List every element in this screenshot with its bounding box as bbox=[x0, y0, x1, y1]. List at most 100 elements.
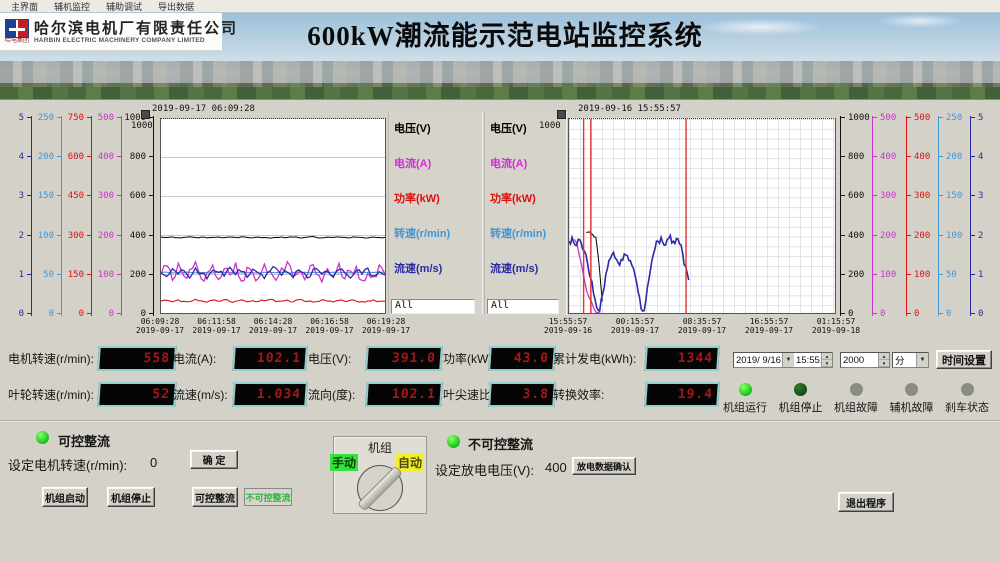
axis-tick-label: 250 bbox=[38, 113, 54, 123]
x-tick-label: 16:55:572019-09-17 bbox=[745, 317, 793, 335]
menu-item-3[interactable]: 辅助调试 bbox=[99, 0, 149, 13]
axis-tick bbox=[906, 156, 911, 157]
axis-tick-label: 0 bbox=[848, 309, 853, 319]
date-dropdown-icon[interactable]: ▼ bbox=[782, 353, 794, 367]
interval-input[interactable]: 2000 ▲▼ bbox=[840, 352, 890, 368]
axis-tick bbox=[906, 274, 911, 275]
axis-tick bbox=[872, 313, 877, 314]
legend-item: 流速(m/s) bbox=[394, 260, 442, 276]
menu-item-1[interactable]: 主界面 bbox=[4, 0, 45, 13]
interval-spinner[interactable]: ▲▼ bbox=[878, 353, 889, 367]
readout-label: 流速(m/s): bbox=[173, 386, 228, 403]
unit-stop-button[interactable]: 机组停止 bbox=[107, 487, 155, 507]
y-axis-电压(V): 02004006008001000 bbox=[840, 118, 868, 314]
axis-tick-label: 100 bbox=[946, 231, 962, 241]
axis-tick bbox=[27, 195, 32, 196]
axis-tick-label: 400 bbox=[98, 152, 114, 162]
axis-tick bbox=[87, 117, 92, 118]
readout-display: 52 bbox=[97, 382, 177, 407]
axis-tick-label: 200 bbox=[98, 231, 114, 241]
interval-value[interactable]: 2000 bbox=[841, 353, 878, 367]
set-speed-value[interactable]: 0 bbox=[150, 455, 157, 470]
axis-tick-label: 200 bbox=[130, 270, 146, 280]
manual-mode-tag[interactable]: 手动 bbox=[330, 454, 358, 471]
axis-tick-label: 3 bbox=[19, 191, 24, 201]
axis-tick bbox=[840, 313, 845, 314]
axis-tick-label: 50 bbox=[946, 270, 957, 280]
axis-tick-label: 1 bbox=[978, 270, 983, 280]
axis-tick-label: 750 bbox=[68, 113, 84, 123]
set-voltage-label: 设定放电电压(V): bbox=[435, 460, 534, 479]
datetime-picker[interactable]: 2019/ 9/16 ▼ 15:55:57 ▲▼ bbox=[733, 352, 833, 368]
ctrl-rect-indicator bbox=[36, 431, 49, 444]
axis-tick-label: 800 bbox=[848, 152, 864, 162]
y-axis-流速(m/s): 012345 bbox=[8, 118, 32, 314]
axis-tick bbox=[27, 274, 32, 275]
time-value[interactable]: 15:55:57 bbox=[794, 353, 821, 367]
set-voltage-value[interactable]: 400 bbox=[545, 460, 567, 475]
time-spinner[interactable]: ▲▼ bbox=[821, 353, 832, 367]
axis-tick bbox=[149, 195, 154, 196]
readout-label: 流向(度): bbox=[308, 386, 355, 403]
company-header: 哈电集团 哈尔滨电机厂有限责任公司 HARBIN ELECTRIC MACHIN… bbox=[0, 13, 222, 51]
readout-display: 19.4 bbox=[644, 382, 720, 407]
logo-caption: 哈电集团 bbox=[5, 38, 29, 45]
readout-display: 1.034 bbox=[232, 382, 308, 407]
series-select-dropdown[interactable]: All bbox=[487, 299, 559, 314]
legend-item: 转速(r/min) bbox=[394, 225, 450, 241]
axis-tick bbox=[117, 274, 122, 275]
axis-tick bbox=[57, 117, 62, 118]
axis-tick bbox=[906, 117, 911, 118]
chart-handle-icon[interactable] bbox=[141, 110, 150, 119]
company-name-cn: 哈尔滨电机厂有限责任公司 bbox=[34, 20, 238, 37]
status-lights: 机组运行机组停止机组故障辅机故障刹车状态 bbox=[718, 383, 994, 415]
status-bulb-icon bbox=[739, 383, 752, 396]
date-value[interactable]: 2019/ 9/16 bbox=[734, 353, 782, 367]
legend-item: 电压(V) bbox=[490, 120, 527, 136]
exit-button[interactable]: 退出程序 bbox=[838, 492, 894, 512]
axis-tick-label: 200 bbox=[38, 152, 54, 162]
menu-item-2[interactable]: 辅机监控 bbox=[47, 0, 97, 13]
section-divider bbox=[0, 420, 1000, 422]
left-chart-legend: 电压(V)电流(A)功率(kW)转速(r/min)流速(m/s)All bbox=[388, 112, 483, 315]
right-chart-timestamp: 2019-09-16 15:55:57 bbox=[578, 104, 681, 114]
interval-unit-value[interactable]: 分 bbox=[893, 353, 916, 367]
series-select-dropdown[interactable]: All bbox=[391, 299, 475, 314]
left-chart-inner-max: 1000 bbox=[131, 121, 153, 131]
confirm-button[interactable]: 确 定 bbox=[190, 450, 238, 469]
auto-mode-tag[interactable]: 自动 bbox=[396, 454, 424, 471]
x-tick-label: 06:16:582019-09-17 bbox=[305, 317, 353, 335]
axis-tick-label: 0 bbox=[880, 309, 885, 319]
right-chart-plot[interactable] bbox=[568, 118, 836, 314]
unit-start-button[interactable]: 机组启动 bbox=[42, 487, 88, 507]
y-axis-电压(V): 02004006008001000 bbox=[126, 118, 154, 314]
left-chart-timestamp: 2019-09-17 06:09:28 bbox=[152, 104, 255, 114]
axis-tick bbox=[938, 274, 943, 275]
status-light-机组停止: 机组停止 bbox=[774, 383, 828, 415]
left-chart-plot[interactable] bbox=[160, 118, 386, 314]
mode-knob[interactable] bbox=[357, 465, 403, 511]
axis-tick bbox=[117, 313, 122, 314]
discharge-confirm-button[interactable]: 放电数据确认 bbox=[572, 457, 636, 475]
ctrl-rect-button[interactable]: 可控整流 bbox=[192, 487, 238, 507]
axis-tick bbox=[27, 117, 32, 118]
axis-tick-label: 300 bbox=[914, 191, 930, 201]
time-set-button[interactable]: 时间设置 bbox=[936, 350, 992, 369]
readout-display: 3.8 bbox=[488, 382, 556, 407]
status-light-label: 机组停止 bbox=[779, 399, 823, 415]
axis-tick bbox=[970, 235, 975, 236]
axis-tick-label: 400 bbox=[914, 152, 930, 162]
axis-tick-label: 4 bbox=[978, 152, 983, 162]
chart-handle-icon[interactable] bbox=[557, 110, 566, 119]
menu-item-4[interactable]: 导出数据 bbox=[151, 0, 201, 13]
unit-mode-panel: 机组 手动 自动 bbox=[333, 436, 427, 514]
axis-tick-label: 500 bbox=[914, 113, 930, 123]
axis-tick-label: 200 bbox=[914, 231, 930, 241]
axis-tick-label: 500 bbox=[98, 113, 114, 123]
axis-tick bbox=[87, 235, 92, 236]
interval-unit-select[interactable]: 分 ▼ bbox=[892, 352, 929, 368]
unctrl-rect-button[interactable]: 不可控整流 bbox=[244, 488, 292, 506]
status-light-机组运行: 机组运行 bbox=[718, 383, 772, 415]
interval-unit-dropdown-icon[interactable]: ▼ bbox=[916, 353, 928, 367]
x-tick-label: 01:15:572019-09-18 bbox=[812, 317, 860, 335]
